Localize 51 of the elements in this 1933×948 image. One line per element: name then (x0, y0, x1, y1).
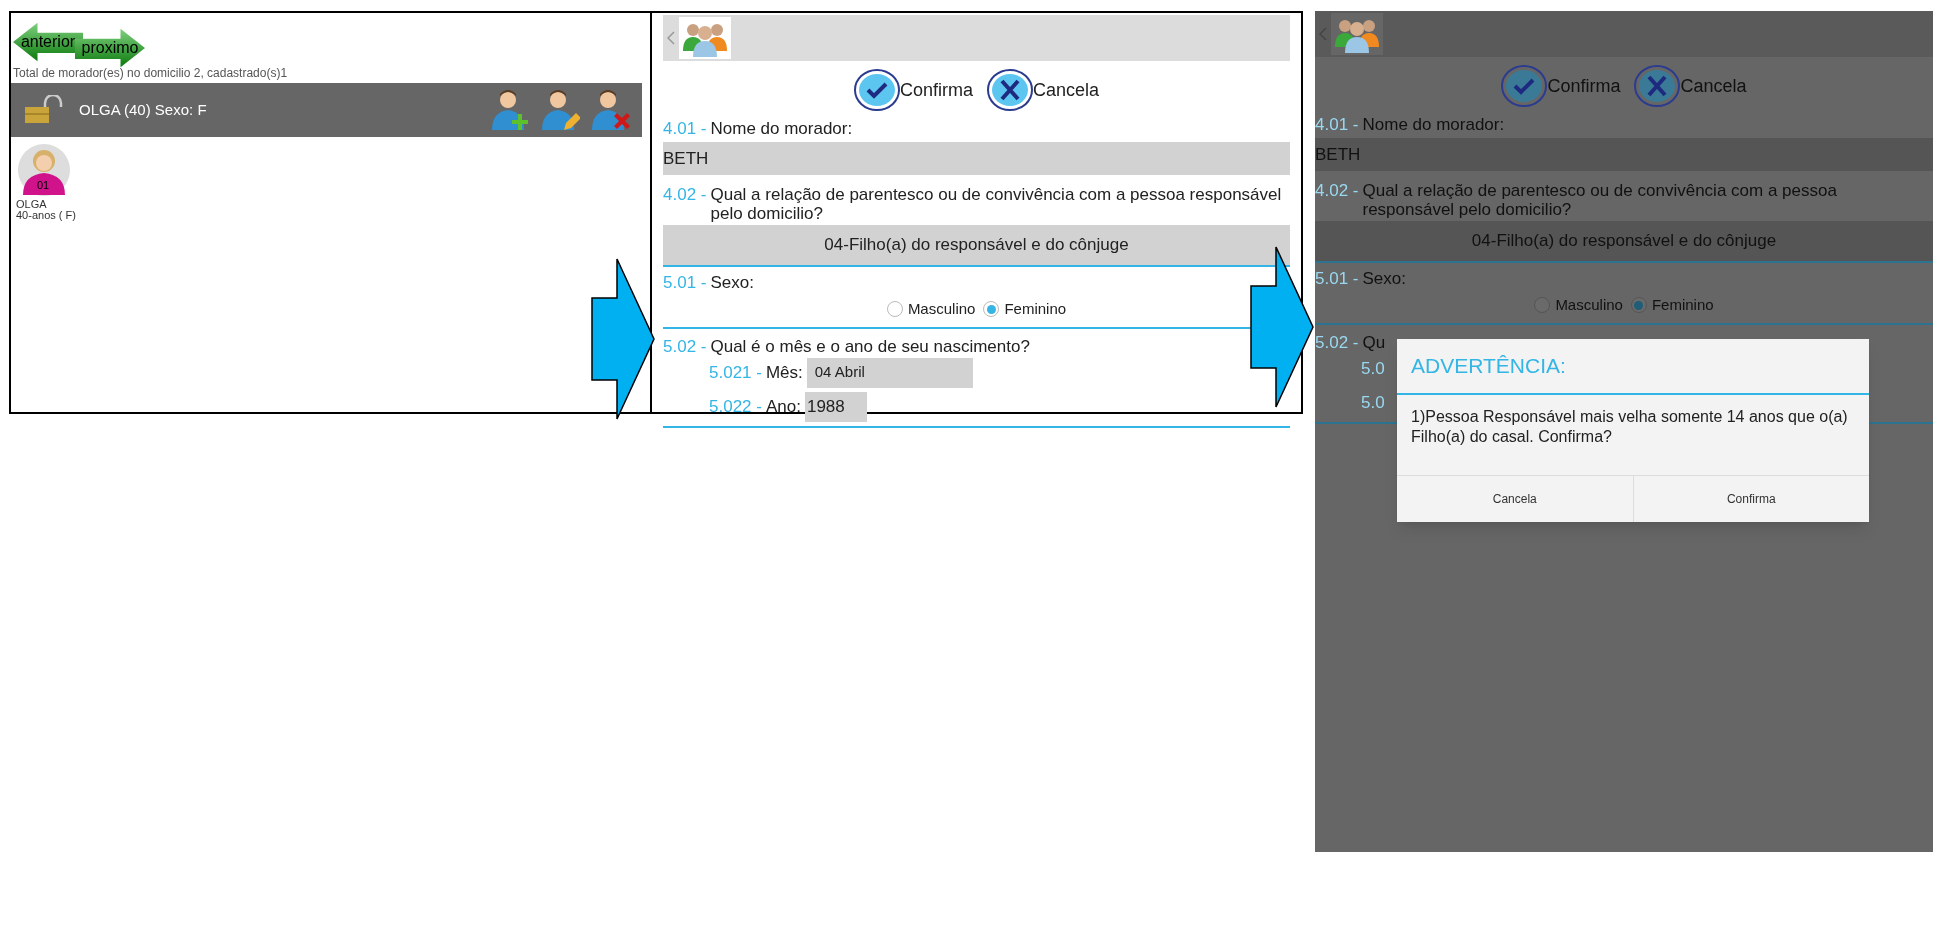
resident-summary: OLGA (40) Sexo: F (79, 99, 207, 120)
question-number: 5.02 - (663, 336, 708, 356)
question-number: 4.02 - (663, 185, 708, 206)
question-label: Mês: (765, 361, 804, 384)
dialog-message: 1)Pessoa Responsável mais velha somente 14 anos que o(a) Filho(a) do casal. Confirma? (1410, 407, 1849, 447)
question-number: 4.02 - (1315, 181, 1360, 202)
delete-person-icon[interactable] (590, 88, 630, 132)
add-person-icon[interactable] (490, 88, 530, 132)
people-icon[interactable] (679, 17, 731, 59)
name-field[interactable]: BETH (663, 142, 1290, 175)
radio-option[interactable]: Feminino (983, 298, 1067, 321)
checkmark-icon (1501, 65, 1548, 107)
checkmark-icon (853, 69, 900, 111)
resident-age: 40-anos ( F) (15, 210, 76, 221)
person-avatar[interactable]: 01 (15, 143, 73, 197)
cancel-button[interactable]: Cancela (987, 69, 1100, 111)
dialog-button[interactable]: Confirma (1632, 476, 1869, 522)
question-label: Qual a relação de parentesco ou de convivência com a pessoa responsável pelo domicilio? (710, 185, 1283, 223)
edit-person-icon[interactable] (540, 88, 580, 132)
close-icon (1634, 65, 1681, 107)
confirm-button[interactable]: Confirma (853, 69, 973, 111)
question-number: 5.0 (1361, 357, 1386, 380)
question-number: 5.02 - (1315, 332, 1360, 352)
question-number: 5.0 (1361, 391, 1386, 414)
question-number: 5.021 - (709, 361, 763, 384)
question-label: Qu (1362, 332, 1386, 352)
dialog-title: ADVERTÊNCIA: (1397, 339, 1869, 395)
resident-name: OLGA (15, 199, 48, 210)
question-label: Qual é o mês e o ano de seu nascimento? (710, 336, 1030, 356)
relationship-dropdown[interactable]: 04-Filho(a) do responsável e do cônjuge (663, 225, 1290, 265)
month-field[interactable]: 04 Abril (806, 357, 973, 388)
question-label: Qual a relação de parentesco ou de convivência com a pessoa responsável pelo domicilio? (1362, 181, 1838, 219)
question-label: Nome do morador: (710, 119, 853, 138)
question-label: Sexo: (710, 273, 754, 292)
radio-option[interactable]: Masculino (886, 298, 976, 321)
question-number: 5.022 - (709, 395, 763, 418)
close-icon (987, 69, 1033, 111)
question-number: 4.01 - (1315, 115, 1360, 134)
next-button[interactable]: proximo (75, 27, 145, 69)
question-number: 5.01 - (1315, 269, 1360, 288)
people-icon[interactable] (1331, 13, 1383, 55)
question-label: Nome do morador: (1362, 115, 1505, 134)
question-number: 5.01 - (663, 273, 708, 292)
dialog-button[interactable]: Cancela (1397, 476, 1633, 522)
year-field[interactable]: 1988 (804, 391, 867, 422)
question-label: Sexo: (1362, 269, 1406, 288)
padlock-icon[interactable] (23, 95, 63, 125)
question-number: 4.01 - (663, 119, 708, 138)
resident-number: 01 (37, 179, 50, 191)
question-label: Ano: (765, 395, 802, 418)
back-chevron-icon[interactable] (667, 31, 675, 45)
